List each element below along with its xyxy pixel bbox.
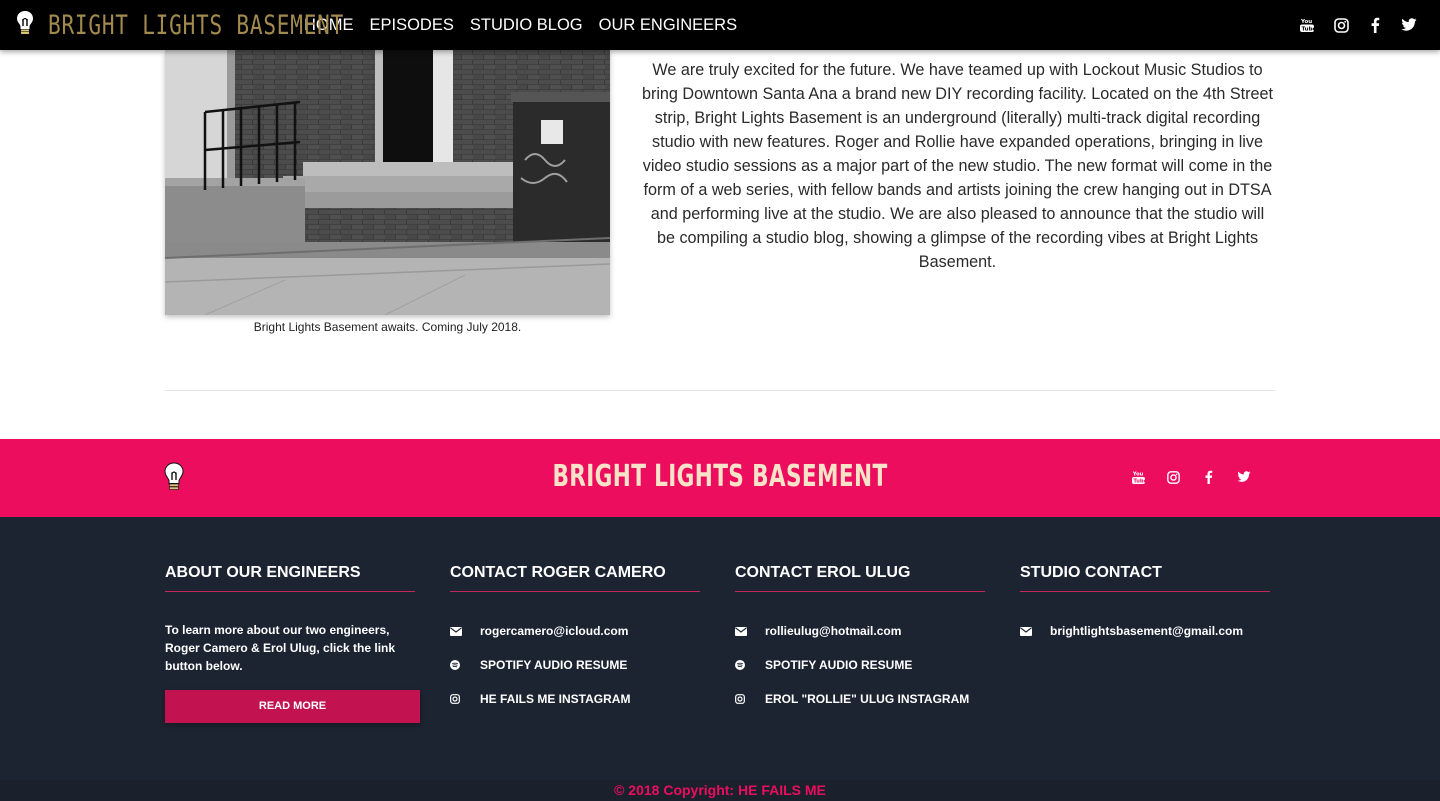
about-engineers-text: To learn more about our two engineers, R… (165, 623, 396, 673)
envelope-icon (735, 626, 765, 636)
erol-email-link[interactable]: rollieulug@hotmail.com (735, 614, 985, 648)
svg-text:You: You (1300, 19, 1312, 25)
studio-contact-column: STUDIO CONTACT brightlightsbasement@gmai… (1020, 564, 1270, 648)
roger-email: rogercamero@icloud.com (480, 624, 629, 638)
footer-contacts: ABOUT OUR ENGINEERS To learn more about … (0, 517, 1440, 780)
erol-instagram-link[interactable]: EROL "ROLLIE" ULUG INSTAGRAM (735, 682, 985, 716)
lightbulb-logo-icon (16, 10, 34, 41)
facebook-icon[interactable] (1191, 462, 1226, 492)
instagram-icon[interactable] (1156, 462, 1191, 492)
section-divider (165, 390, 1275, 391)
footer-brand-band: BRIGHT LIGHTS BASEMENT YouTube (0, 439, 1440, 517)
roger-email-link[interactable]: rogercamero@icloud.com (450, 614, 700, 648)
roger-instagram-link[interactable]: HE FAILS ME INSTAGRAM (450, 682, 700, 716)
brand-link[interactable]: BRIGHT LIGHTS BASEMENT (16, 0, 345, 50)
top-navbar: BRIGHT LIGHTS BASEMENT HOME EPISODES STU… (0, 0, 1440, 50)
photo-caption: Bright Lights Basement awaits. Coming Ju… (253, 320, 522, 334)
erol-contact-heading: CONTACT EROL ULUG (735, 564, 985, 592)
announcement-text: We are truly excited for the future. We … (641, 61, 1274, 271)
erol-spotify-link[interactable]: SPOTIFY AUDIO RESUME (735, 648, 985, 682)
twitter-icon[interactable] (1392, 0, 1426, 50)
facebook-icon[interactable] (1358, 0, 1392, 50)
instagram-icon[interactable] (1324, 0, 1358, 50)
roger-spotify-link[interactable]: SPOTIFY AUDIO RESUME (450, 648, 700, 682)
studio-email: brightlightsbasement@gmail.com (1050, 624, 1244, 638)
copyright-bar: © 2018 Copyright: HE FAILS ME (0, 780, 1440, 801)
nav-studio-blog[interactable]: STUDIO BLOG (462, 0, 591, 50)
primary-nav: HOME EPISODES STUDIO BLOG OUR ENGINEERS (296, 0, 745, 50)
youtube-icon[interactable]: You Tube (1290, 0, 1324, 50)
roger-contact-heading: CONTACT ROGER CAMERO (450, 564, 700, 592)
instagram-icon (450, 694, 480, 704)
spotify-icon (735, 660, 765, 670)
spotify-icon (450, 660, 480, 670)
nav-episodes[interactable]: EPISODES (362, 0, 462, 50)
twitter-icon[interactable] (1226, 462, 1261, 492)
about-engineers-column: ABOUT OUR ENGINEERS To learn more about … (165, 564, 420, 723)
erol-email: rollieulug@hotmail.com (765, 624, 902, 638)
about-engineers-heading: ABOUT OUR ENGINEERS (165, 564, 415, 592)
footer-social-links: YouTube (1121, 462, 1261, 492)
footer-brand-title: BRIGHT LIGHTS BASEMENT (552, 459, 888, 494)
roger-contact-column: CONTACT ROGER CAMERO rogercamero@icloud.… (450, 564, 700, 716)
roger-spotify-label: SPOTIFY AUDIO RESUME (480, 658, 628, 672)
studio-contact-heading: STUDIO CONTACT (1020, 564, 1270, 592)
nav-social-links: You Tube (1290, 0, 1426, 50)
nav-our-engineers[interactable]: OUR ENGINEERS (591, 0, 745, 50)
erol-contact-column: CONTACT EROL ULUG rollieulug@hotmail.com… (735, 564, 985, 716)
erol-spotify-label: SPOTIFY AUDIO RESUME (765, 658, 913, 672)
brand-name: BRIGHT LIGHTS BASEMENT (48, 9, 345, 41)
roger-instagram-label: HE FAILS ME INSTAGRAM (480, 692, 631, 706)
instagram-icon (735, 694, 765, 704)
erol-instagram-label: EROL "ROLLIE" ULUG INSTAGRAM (765, 692, 970, 706)
lightbulb-logo-icon (164, 462, 184, 497)
svg-text:You: You (1132, 471, 1144, 477)
studio-entrance-photo (165, 50, 610, 315)
read-more-button[interactable]: READ MORE (165, 690, 420, 723)
envelope-icon (450, 626, 480, 636)
studio-email-link[interactable]: brightlightsbasement@gmail.com (1020, 614, 1270, 648)
svg-text:Tube: Tube (1302, 27, 1315, 33)
envelope-icon (1020, 626, 1050, 636)
svg-text:Tube: Tube (1133, 478, 1145, 484)
youtube-icon[interactable]: YouTube (1121, 462, 1156, 492)
